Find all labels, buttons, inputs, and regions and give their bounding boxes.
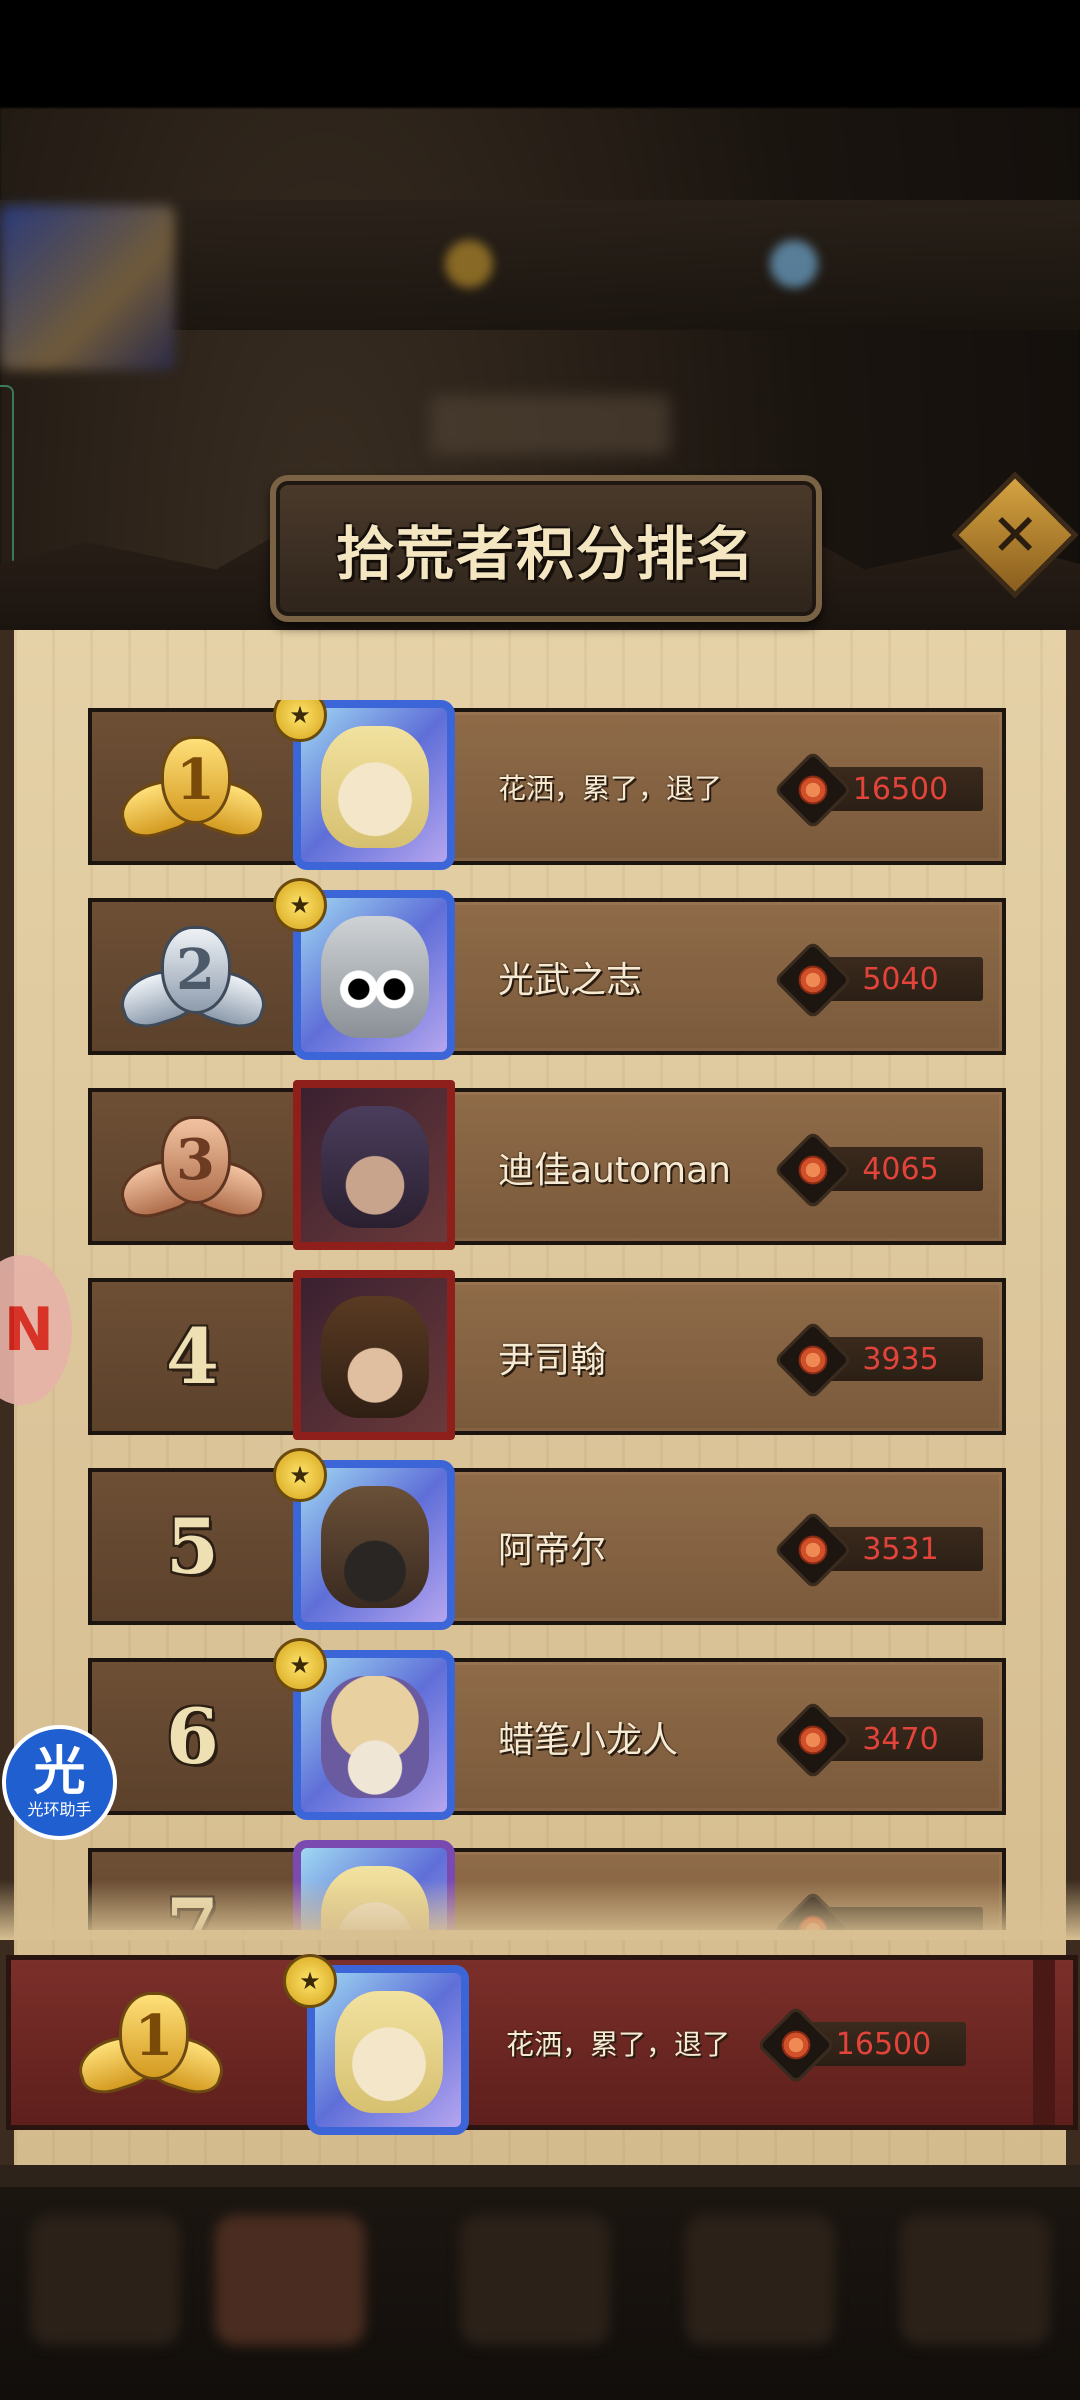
background-tab <box>460 2215 610 2345</box>
score-box: 3470 <box>773 1700 988 1780</box>
score-box: 5040 <box>773 940 988 1020</box>
silver-medal-icon: 2 <box>113 922 272 1035</box>
rank-number: 1 <box>160 735 231 824</box>
rank-number: 3 <box>160 1115 231 1204</box>
my-rank-number: 1 <box>119 1991 189 2080</box>
robot-hero-icon <box>321 916 429 1038</box>
gold-medal-icon: 1 <box>113 732 272 845</box>
ranking-row[interactable]: 5 ★ 阿帝尔 3531 <box>88 1448 1006 1630</box>
rank-number: 4 <box>166 1312 219 1401</box>
assistant-logo-icon: 光 <box>33 1741 86 1802</box>
star-badge-icon: ★ <box>273 878 327 932</box>
player-avatar[interactable] <box>293 1080 455 1250</box>
ranking-row[interactable]: 3 迪佳automan 4065 <box>88 1080 1006 1250</box>
bar-edge <box>1033 1960 1055 2125</box>
background-title <box>430 395 670 455</box>
score-box: 3935 <box>773 1320 988 1400</box>
panel-bottom-edge <box>0 2165 1080 2187</box>
my-rank-bar: 1 ★ 花洒，累了，退了 16500 <box>6 1954 1078 2135</box>
assistant-label: 光环助手 <box>27 1799 92 1819</box>
rank-number: 5 <box>166 1502 219 1591</box>
masked-hero-icon <box>321 1486 429 1608</box>
ranking-row[interactable]: 2 ★ 光武之志 5040 <box>88 878 1006 1060</box>
assistant-float-button[interactable]: 光 光环助手 <box>2 1725 117 1840</box>
score-box: 4065 <box>773 1130 988 1210</box>
rank-number: 2 <box>160 925 231 1014</box>
hooded-hero-icon <box>321 1106 429 1228</box>
player-avatar[interactable] <box>293 1270 455 1440</box>
rank-cell: 2 <box>88 898 293 1055</box>
background-coin-icon <box>445 240 493 288</box>
background-tab <box>685 2215 835 2345</box>
rank-cell: 3 <box>88 1088 293 1245</box>
status-bar <box>0 0 1080 108</box>
panel-title: 拾荒者积分排名 <box>335 519 756 588</box>
my-score-box: 16500 <box>756 2005 971 2085</box>
background-player-portrait <box>0 205 175 370</box>
side-indicator <box>0 385 14 579</box>
title-plate: 拾荒者积分排名 <box>270 475 822 622</box>
ranking-row[interactable]: 1 ★ 花洒，累了，退了 16500 <box>88 700 1006 870</box>
blonde-helmet-hero-icon <box>335 1991 443 2113</box>
bronze-medal-icon: 3 <box>113 1112 272 1225</box>
cowboy-hero-icon <box>321 1296 429 1418</box>
star-badge-icon: ★ <box>273 1448 327 1502</box>
rank-cell: 5 <box>88 1468 293 1625</box>
brand-logo-icon: N <box>3 1295 54 1365</box>
background-tab <box>215 2215 365 2345</box>
background-tab <box>30 2215 180 2345</box>
background-gem-icon <box>770 240 818 288</box>
score-box: 16500 <box>773 750 988 830</box>
rank-number: 6 <box>166 1692 219 1781</box>
mushroom-hero-icon <box>321 1676 429 1798</box>
rank-cell: 6 <box>88 1658 293 1815</box>
close-icon: ✕ <box>990 500 1040 569</box>
rank-cell: 1 <box>88 708 293 865</box>
gold-medal-icon: 1 <box>71 1988 231 2101</box>
blonde-helmet-hero-icon <box>321 726 429 848</box>
my-rank-cell: 1 <box>11 1960 291 2125</box>
star-badge-icon: ★ <box>283 1954 337 2008</box>
rank-cell: 4 <box>88 1278 293 1435</box>
list-fade <box>0 1880 1080 1940</box>
star-badge-icon: ★ <box>273 1638 327 1692</box>
score-box: 3531 <box>773 1510 988 1590</box>
ranking-row[interactable]: 4 尹司翰 3935 <box>88 1270 1006 1440</box>
background-tab <box>900 2215 1050 2345</box>
ranking-row[interactable]: 6 ★ 蜡笔小龙人 3470 <box>88 1638 1006 1820</box>
ranking-list[interactable]: 1 ★ 花洒，累了，退了 16500 2 ★ 光武之志 5040 3 迪佳aut… <box>0 700 1080 1930</box>
